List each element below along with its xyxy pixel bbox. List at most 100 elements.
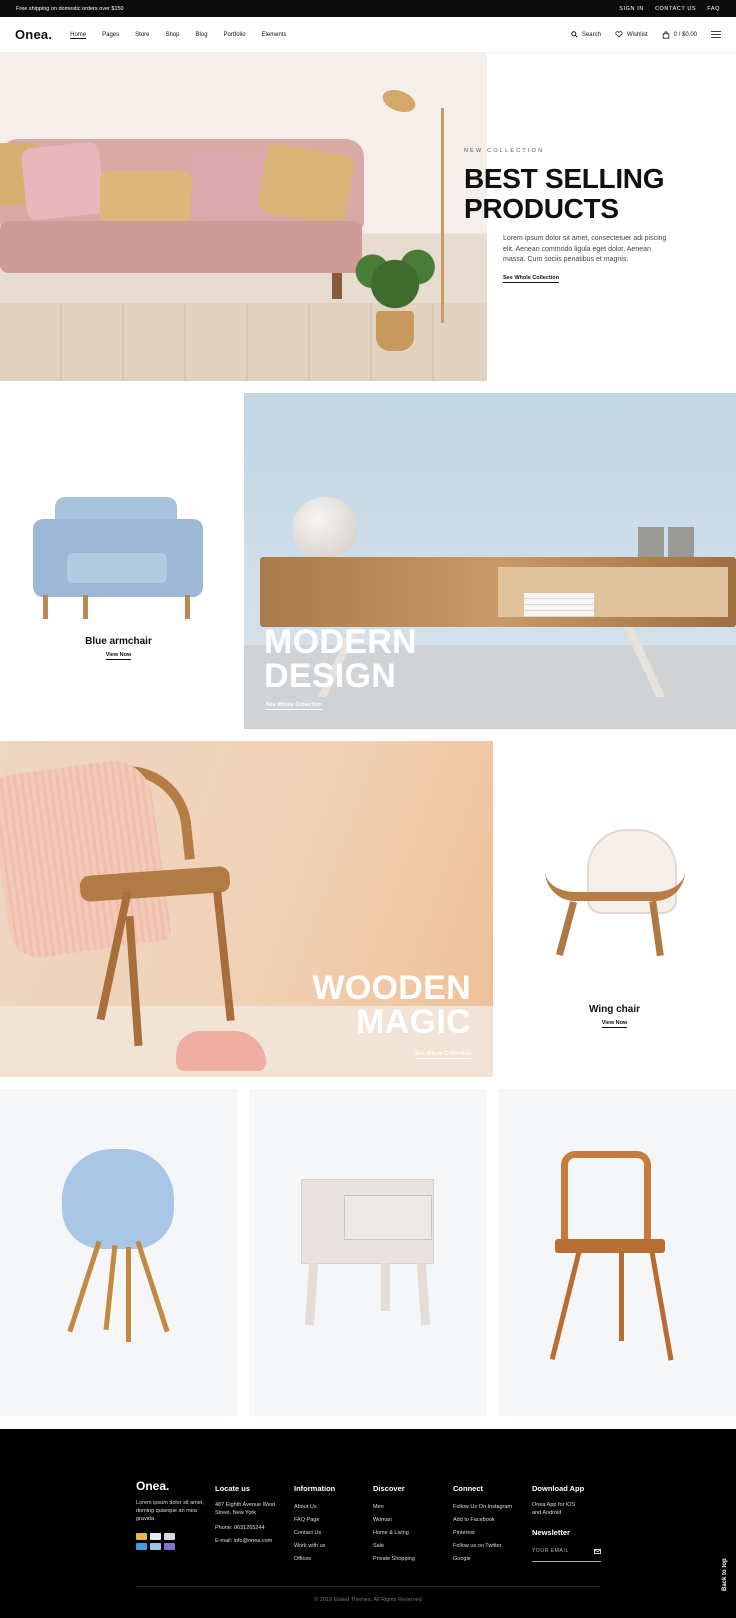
payment-card-icon <box>136 1543 147 1550</box>
product-card-metal-chair[interactable] <box>499 1089 736 1416</box>
back-to-top-link[interactable]: Back to top <box>722 1558 728 1591</box>
wooden-magic-banner[interactable]: WOODEN MAGIC See Whole Collection <box>0 741 493 1077</box>
hamburger-menu-button[interactable] <box>711 31 721 38</box>
small-plant <box>668 527 694 557</box>
footer-link[interactable]: About Us <box>294 1501 335 1514</box>
nav-item-portfolio[interactable]: Portfolio <box>224 32 246 38</box>
nav-item-elements[interactable]: Elements <box>262 32 287 38</box>
search-label: Search <box>581 31 601 38</box>
pillow <box>256 141 356 227</box>
footer-heading: Connect <box>453 1484 483 1493</box>
footer-link[interactable]: Private Shopping <box>373 1553 415 1566</box>
nav-item-pages[interactable]: Pages <box>102 32 119 38</box>
footer-logo[interactable]: Onea. <box>136 1480 208 1493</box>
product-wing-chair[interactable]: Wing chair View Now <box>493 741 736 1077</box>
footer-link[interactable]: Google <box>453 1553 512 1566</box>
plant-pot <box>376 311 414 351</box>
nightstand-leg <box>416 1262 431 1326</box>
wooden-collection-link[interactable]: See Whole Collection <box>415 1051 471 1059</box>
main-nav: Onea. Home Pages Store Shop Blog Portfol… <box>0 17 736 53</box>
top-links: SIGN IN CONTACT US FAQ <box>619 6 720 12</box>
lamp-head <box>379 85 419 117</box>
footer-link[interactable]: Follow Us On Instagram <box>453 1501 512 1514</box>
footer-link[interactable]: Home & Living <box>373 1527 415 1540</box>
collection-link-label[interactable]: See Whole Collection <box>266 702 322 710</box>
nightstand-leg <box>304 1262 319 1326</box>
armchair-image <box>33 497 203 619</box>
metal-chair-image <box>561 1151 651 1241</box>
metal-chair-leg <box>549 1252 582 1360</box>
footer-email[interactable]: E-mail: info@onea.com <box>215 1535 281 1548</box>
nav-item-home[interactable]: Home <box>70 32 86 38</box>
footer-divider <box>136 1586 600 1587</box>
nightstand-drawer <box>344 1195 432 1240</box>
cart-icon <box>662 30 669 39</box>
wooden-chair-leg <box>213 890 235 1022</box>
payment-card-icon <box>164 1533 175 1540</box>
nav-item-blog[interactable]: Blog <box>196 32 208 38</box>
hamburger-icon <box>711 31 721 38</box>
site-logo[interactable]: Onea. <box>15 27 52 42</box>
nav-menu: Home Pages Store Shop Blog Portfolio Ele… <box>70 32 286 38</box>
footer-link[interactable]: Woman <box>373 1514 415 1527</box>
title-line: WOODEN <box>312 969 471 1007</box>
footer-link[interactable]: Offices <box>294 1553 335 1566</box>
faq-link[interactable]: FAQ <box>707 6 720 12</box>
hero-image <box>0 53 487 381</box>
footer-link[interactable]: Men <box>373 1501 415 1514</box>
title-line: DESIGN <box>264 657 397 695</box>
vase <box>292 497 358 559</box>
newsletter-email-input[interactable]: YOUR EMAIL <box>532 1545 601 1562</box>
footer-heading: Discover <box>373 1484 405 1493</box>
footer-link[interactable]: Work with us <box>294 1540 335 1553</box>
product-card-nightstand[interactable] <box>249 1089 486 1416</box>
product-name[interactable]: Wing chair <box>493 1004 736 1015</box>
wishlist-button[interactable]: Wishlist <box>615 31 648 38</box>
mail-icon[interactable] <box>594 1549 601 1554</box>
product-name[interactable]: Blue armchair <box>0 636 237 647</box>
sign-in-link[interactable]: SIGN IN <box>619 6 644 12</box>
nav-actions: Search Wishlist 0 / $0.00 <box>571 30 721 39</box>
footer-locate: Locate us 487 Eighth Avenue West Street,… <box>215 1482 281 1548</box>
hero-eyebrow: NEW COLLECTION <box>464 148 545 154</box>
view-now-link[interactable]: View Now <box>493 1020 736 1028</box>
footer-heading: Download App <box>532 1484 585 1493</box>
modern-design-banner[interactable]: MODERN DESIGN See Whole Collection <box>244 393 736 729</box>
heart-icon <box>615 31 623 38</box>
metal-chair-leg <box>649 1251 674 1361</box>
modern-collection-link[interactable]: See Whole Collection <box>266 702 322 710</box>
product-blue-armchair[interactable]: Blue armchair View Now <box>0 393 237 729</box>
payment-card-icon <box>150 1533 161 1540</box>
collection-link-label[interactable]: See Whole Collection <box>415 1051 471 1059</box>
hero-title-line: BEST SELLING <box>464 163 665 194</box>
contact-us-link[interactable]: CONTACT US <box>655 6 696 12</box>
view-now-label[interactable]: View Now <box>601 1020 628 1028</box>
shipping-notice: Free shipping on domestic orders over $1… <box>16 5 124 12</box>
newsletter-heading: Newsletter <box>532 1528 570 1537</box>
wishlist-label: Wishlist <box>626 31 648 38</box>
footer-phone: Phone: 0631265244 <box>215 1525 265 1531</box>
nav-item-shop[interactable]: Shop <box>166 32 180 38</box>
hero-text: NEW COLLECTION BEST SELLING PRODUCTS Lor… <box>464 148 704 284</box>
nav-item-store[interactable]: Store <box>135 32 149 38</box>
cart-total: 0 / $0.00 <box>673 31 697 38</box>
product-card-blue-chair[interactable] <box>0 1089 237 1416</box>
footer-app: Download App Onea App for iOS and Androi… <box>532 1482 601 1562</box>
footer-link[interactable]: Follow us on Twitter <box>453 1540 512 1553</box>
throw-blanket <box>0 755 173 962</box>
footer-link[interactable]: Sale <box>373 1540 415 1553</box>
hero-collection-link[interactable]: See Whole Collection <box>503 275 559 283</box>
view-now-link[interactable]: View Now <box>0 652 237 660</box>
hero-title-line: PRODUCTS <box>464 193 619 224</box>
view-now-label[interactable]: View Now <box>105 652 132 660</box>
books <box>524 593 594 617</box>
footer-link[interactable]: Add to Facebook <box>453 1514 512 1527</box>
footer-address: 487 Eighth Avenue West Street, New York <box>215 1502 276 1516</box>
search-button[interactable]: Search <box>571 31 601 38</box>
footer-link[interactable]: Pinterest <box>453 1527 512 1540</box>
footer-discover: Discover Men Woman Home & Living Sale Pr… <box>373 1482 415 1566</box>
armchair-leg <box>43 595 48 619</box>
footer-link[interactable]: Contact Us <box>294 1527 335 1540</box>
cart-button[interactable]: 0 / $0.00 <box>662 30 697 39</box>
footer-link[interactable]: FAQ Page <box>294 1514 335 1527</box>
